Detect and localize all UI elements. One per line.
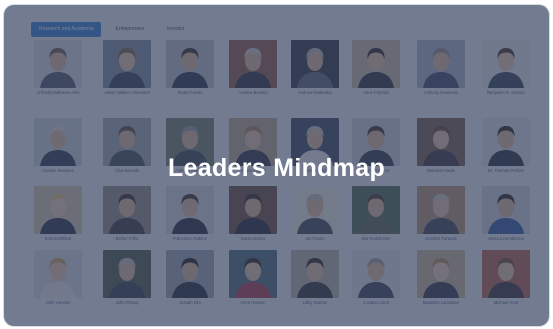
leaders-panel: Research and AcademiaEntrepreneurInvesto… <box>4 5 549 326</box>
overlay-title: Leaders Mindmap <box>167 154 386 182</box>
